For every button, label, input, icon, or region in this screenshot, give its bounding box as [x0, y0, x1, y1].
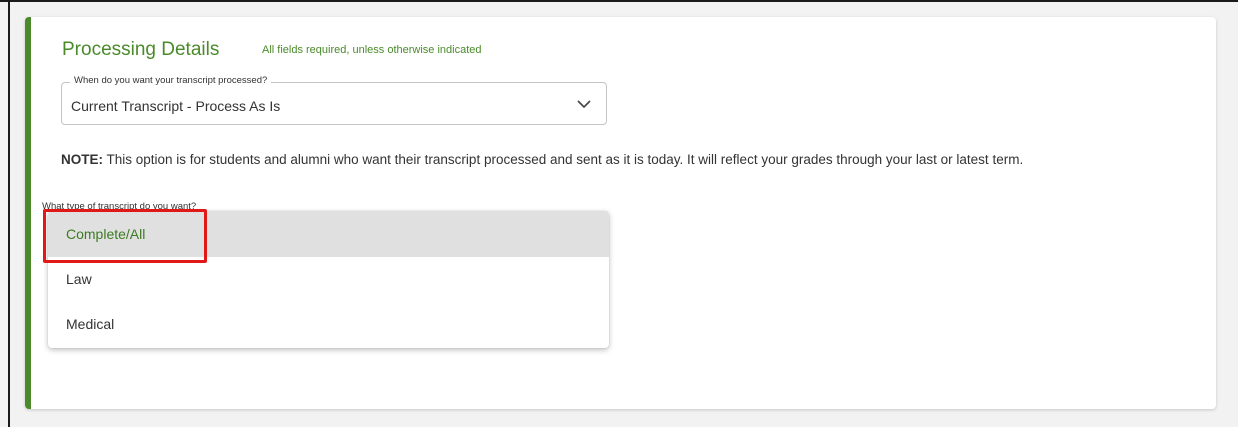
processing-time-label: When do you want your transcript process… [70, 75, 272, 86]
note-label: NOTE: [61, 152, 103, 167]
window-left-border [8, 0, 10, 427]
section-title: Processing Details [62, 39, 220, 60]
option-medical[interactable]: Medical [48, 302, 609, 347]
note-body: This option is for students and alumni w… [103, 152, 1024, 167]
transcript-type-label: What type of transcript do you want? [42, 201, 197, 211]
transcript-type-dropdown: Complete/All Law Medical [48, 211, 609, 348]
option-law[interactable]: Law [48, 257, 609, 302]
section-subtitle: All fields required, unless otherwise in… [262, 44, 482, 56]
window-top-border [0, 0, 1238, 2]
option-complete-all[interactable]: Complete/All [48, 211, 609, 257]
chevron-down-icon [576, 97, 592, 109]
processing-time-value: Current Transcript - Process As Is [71, 98, 281, 114]
note-text: NOTE: This option is for students and al… [61, 147, 1191, 172]
processing-time-select[interactable]: When do you want your transcript process… [61, 75, 607, 125]
